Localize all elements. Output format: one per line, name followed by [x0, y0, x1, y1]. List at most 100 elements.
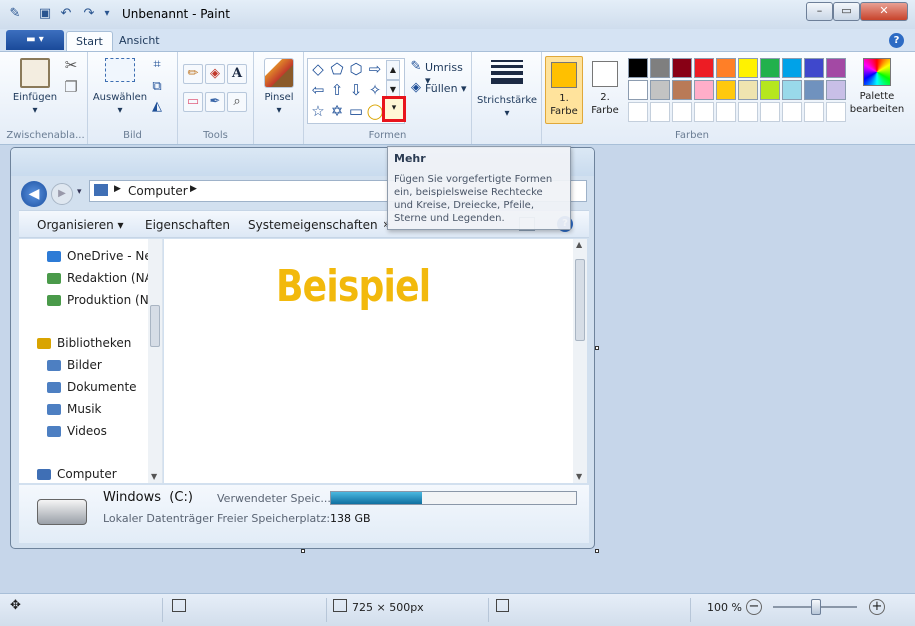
group-image: Auswählen ▾ ⌗ ⧉ ◭ Bild	[88, 52, 178, 144]
arrow-right-shape-icon[interactable]: ⇨	[366, 60, 384, 78]
color-swatch[interactable]	[782, 58, 802, 78]
scroll-up-icon: ▲	[576, 240, 583, 249]
more-shapes-button[interactable]: ▾	[382, 96, 406, 122]
explorer-system-properties: Systemeigenschaften	[248, 218, 378, 232]
empty-color-swatch[interactable]	[650, 102, 670, 122]
color-swatch[interactable]	[672, 80, 692, 100]
select-button[interactable]: Auswählen ▾	[92, 58, 148, 117]
color-swatch[interactable]	[804, 80, 824, 100]
color-swatch[interactable]	[716, 58, 736, 78]
zoom-slider-thumb[interactable]	[811, 599, 821, 615]
palette-icon	[863, 58, 891, 86]
color-swatch[interactable]	[782, 80, 802, 100]
copy-icon[interactable]: ❐	[62, 78, 80, 96]
text-tool-icon[interactable]: A	[227, 64, 247, 84]
fill-button[interactable]: Füllen ▾	[425, 82, 467, 95]
zoom-in-button[interactable]: +	[869, 599, 885, 615]
color-swatch[interactable]	[672, 58, 692, 78]
color-swatch[interactable]	[826, 58, 846, 78]
diamond-shape-icon[interactable]: ◇	[309, 60, 327, 78]
image-size-icon	[333, 599, 347, 612]
eraser-icon[interactable]: ▭	[183, 92, 203, 112]
tab-start[interactable]: Start	[66, 31, 113, 52]
breadcrumb-computer: Computer	[128, 184, 188, 198]
pentagon-shape-icon[interactable]: ⬠	[328, 60, 346, 78]
resize-handle-bottom[interactable]	[301, 549, 305, 553]
paste-button[interactable]: Einfügen ▾	[12, 58, 58, 117]
color-swatch[interactable]	[738, 80, 758, 100]
empty-color-swatch[interactable]	[694, 102, 714, 122]
empty-color-swatch[interactable]	[826, 102, 846, 122]
color-swatch[interactable]	[694, 58, 714, 78]
star6-shape-icon[interactable]: ✡	[328, 102, 346, 120]
arrow-down-shape-icon[interactable]: ⇩	[347, 81, 365, 99]
zoom-out-button[interactable]: −	[746, 599, 762, 615]
color-swatch[interactable]	[760, 80, 780, 100]
breadcrumb-chevron-icon: ▶	[190, 184, 197, 194]
group-size: Strichstärke ▾	[472, 52, 542, 144]
quick-access-dropdown-icon[interactable]: ▾	[98, 5, 116, 23]
resize-handle-right[interactable]	[595, 346, 599, 350]
star5-shape-icon[interactable]: ☆	[309, 102, 327, 120]
minimize-button[interactable]: –	[806, 2, 833, 21]
arrow-up-shape-icon[interactable]: ⇧	[328, 81, 346, 99]
color-swatch[interactable]	[628, 80, 648, 100]
save-icon[interactable]: ▣	[36, 5, 54, 23]
color-swatch[interactable]	[826, 80, 846, 100]
tooltip-text: Fügen Sie vorgefertigte Formen ein, beis…	[394, 174, 553, 224]
brush-icon	[264, 58, 294, 88]
selection-size-icon	[172, 599, 186, 612]
nav-item: Dokumente	[67, 380, 137, 394]
color-swatch[interactable]	[760, 58, 780, 78]
color-swatch[interactable]	[716, 80, 736, 100]
pencil-icon[interactable]: ✏	[183, 64, 203, 84]
maximize-button[interactable]: ▭	[833, 2, 860, 21]
fill-bucket-icon[interactable]: ◈	[205, 64, 225, 84]
color-swatch[interactable]	[804, 58, 824, 78]
scroll-up-icon[interactable]: ▲	[386, 60, 400, 80]
color-picker-icon[interactable]: ✒	[205, 92, 225, 112]
brushes-button[interactable]: Pinsel ▾	[258, 58, 300, 117]
undo-icon[interactable]: ↶	[57, 5, 75, 23]
close-button[interactable]: ✕	[860, 2, 908, 21]
empty-color-swatch[interactable]	[804, 102, 824, 122]
color-swatch[interactable]	[738, 58, 758, 78]
empty-color-swatch[interactable]	[782, 102, 802, 122]
color-swatch[interactable]	[650, 58, 670, 78]
nav-item-icon	[37, 469, 51, 480]
tab-view[interactable]: Ansicht	[110, 31, 169, 52]
empty-color-swatch[interactable]	[738, 102, 758, 122]
resize-handle-corner[interactable]	[595, 549, 599, 553]
color-swatch[interactable]	[694, 80, 714, 100]
title-bar: ✎ ▣ ↶ ↷ ▾ Unbenannt - Paint – ▭ ✕	[0, 0, 915, 29]
magnifier-icon[interactable]: ⌕	[227, 92, 247, 112]
cut-icon[interactable]: ✂	[62, 56, 80, 74]
nav-item: Redaktion (NA:	[67, 271, 157, 285]
rotate-icon[interactable]: ◭	[148, 98, 166, 116]
empty-color-swatch[interactable]	[628, 102, 648, 122]
empty-color-swatch[interactable]	[672, 102, 692, 122]
color-swatch[interactable]	[650, 80, 670, 100]
file-menu-button[interactable]: ▬ ▾	[6, 30, 64, 50]
crop-icon[interactable]: ⌗	[148, 56, 166, 74]
redo-icon[interactable]: ↷	[80, 5, 98, 23]
group-label-colors: Farben	[675, 130, 709, 141]
empty-color-swatch[interactable]	[760, 102, 780, 122]
resize-icon[interactable]: ⧉	[148, 78, 166, 96]
arrow-left-shape-icon[interactable]: ⇦	[309, 81, 327, 99]
callout-rect-shape-icon[interactable]: ▭	[347, 102, 365, 120]
chevron-down-icon: ▾	[117, 105, 123, 116]
paint-app-icon[interactable]: ✎	[6, 5, 24, 23]
color1-label: 1. Farbe	[550, 93, 578, 117]
scroll-down-icon: ▼	[151, 472, 158, 481]
color1-button[interactable]: 1. Farbe	[545, 56, 583, 124]
edit-palette-button[interactable]: Palette bearbeiten	[846, 56, 908, 116]
size-button[interactable]: Strichstärke ▾	[474, 58, 540, 120]
hexagon-shape-icon[interactable]: ⬡	[347, 60, 365, 78]
explorer-details-pane: Windows (C:) Verwendeter Speic... Lokale…	[19, 485, 589, 543]
select-rectangle-icon	[105, 58, 135, 82]
color2-button[interactable]: 2. Farbe	[586, 56, 624, 124]
empty-color-swatch[interactable]	[716, 102, 736, 122]
help-icon[interactable]: ?	[889, 33, 904, 48]
color-swatch[interactable]	[628, 58, 648, 78]
